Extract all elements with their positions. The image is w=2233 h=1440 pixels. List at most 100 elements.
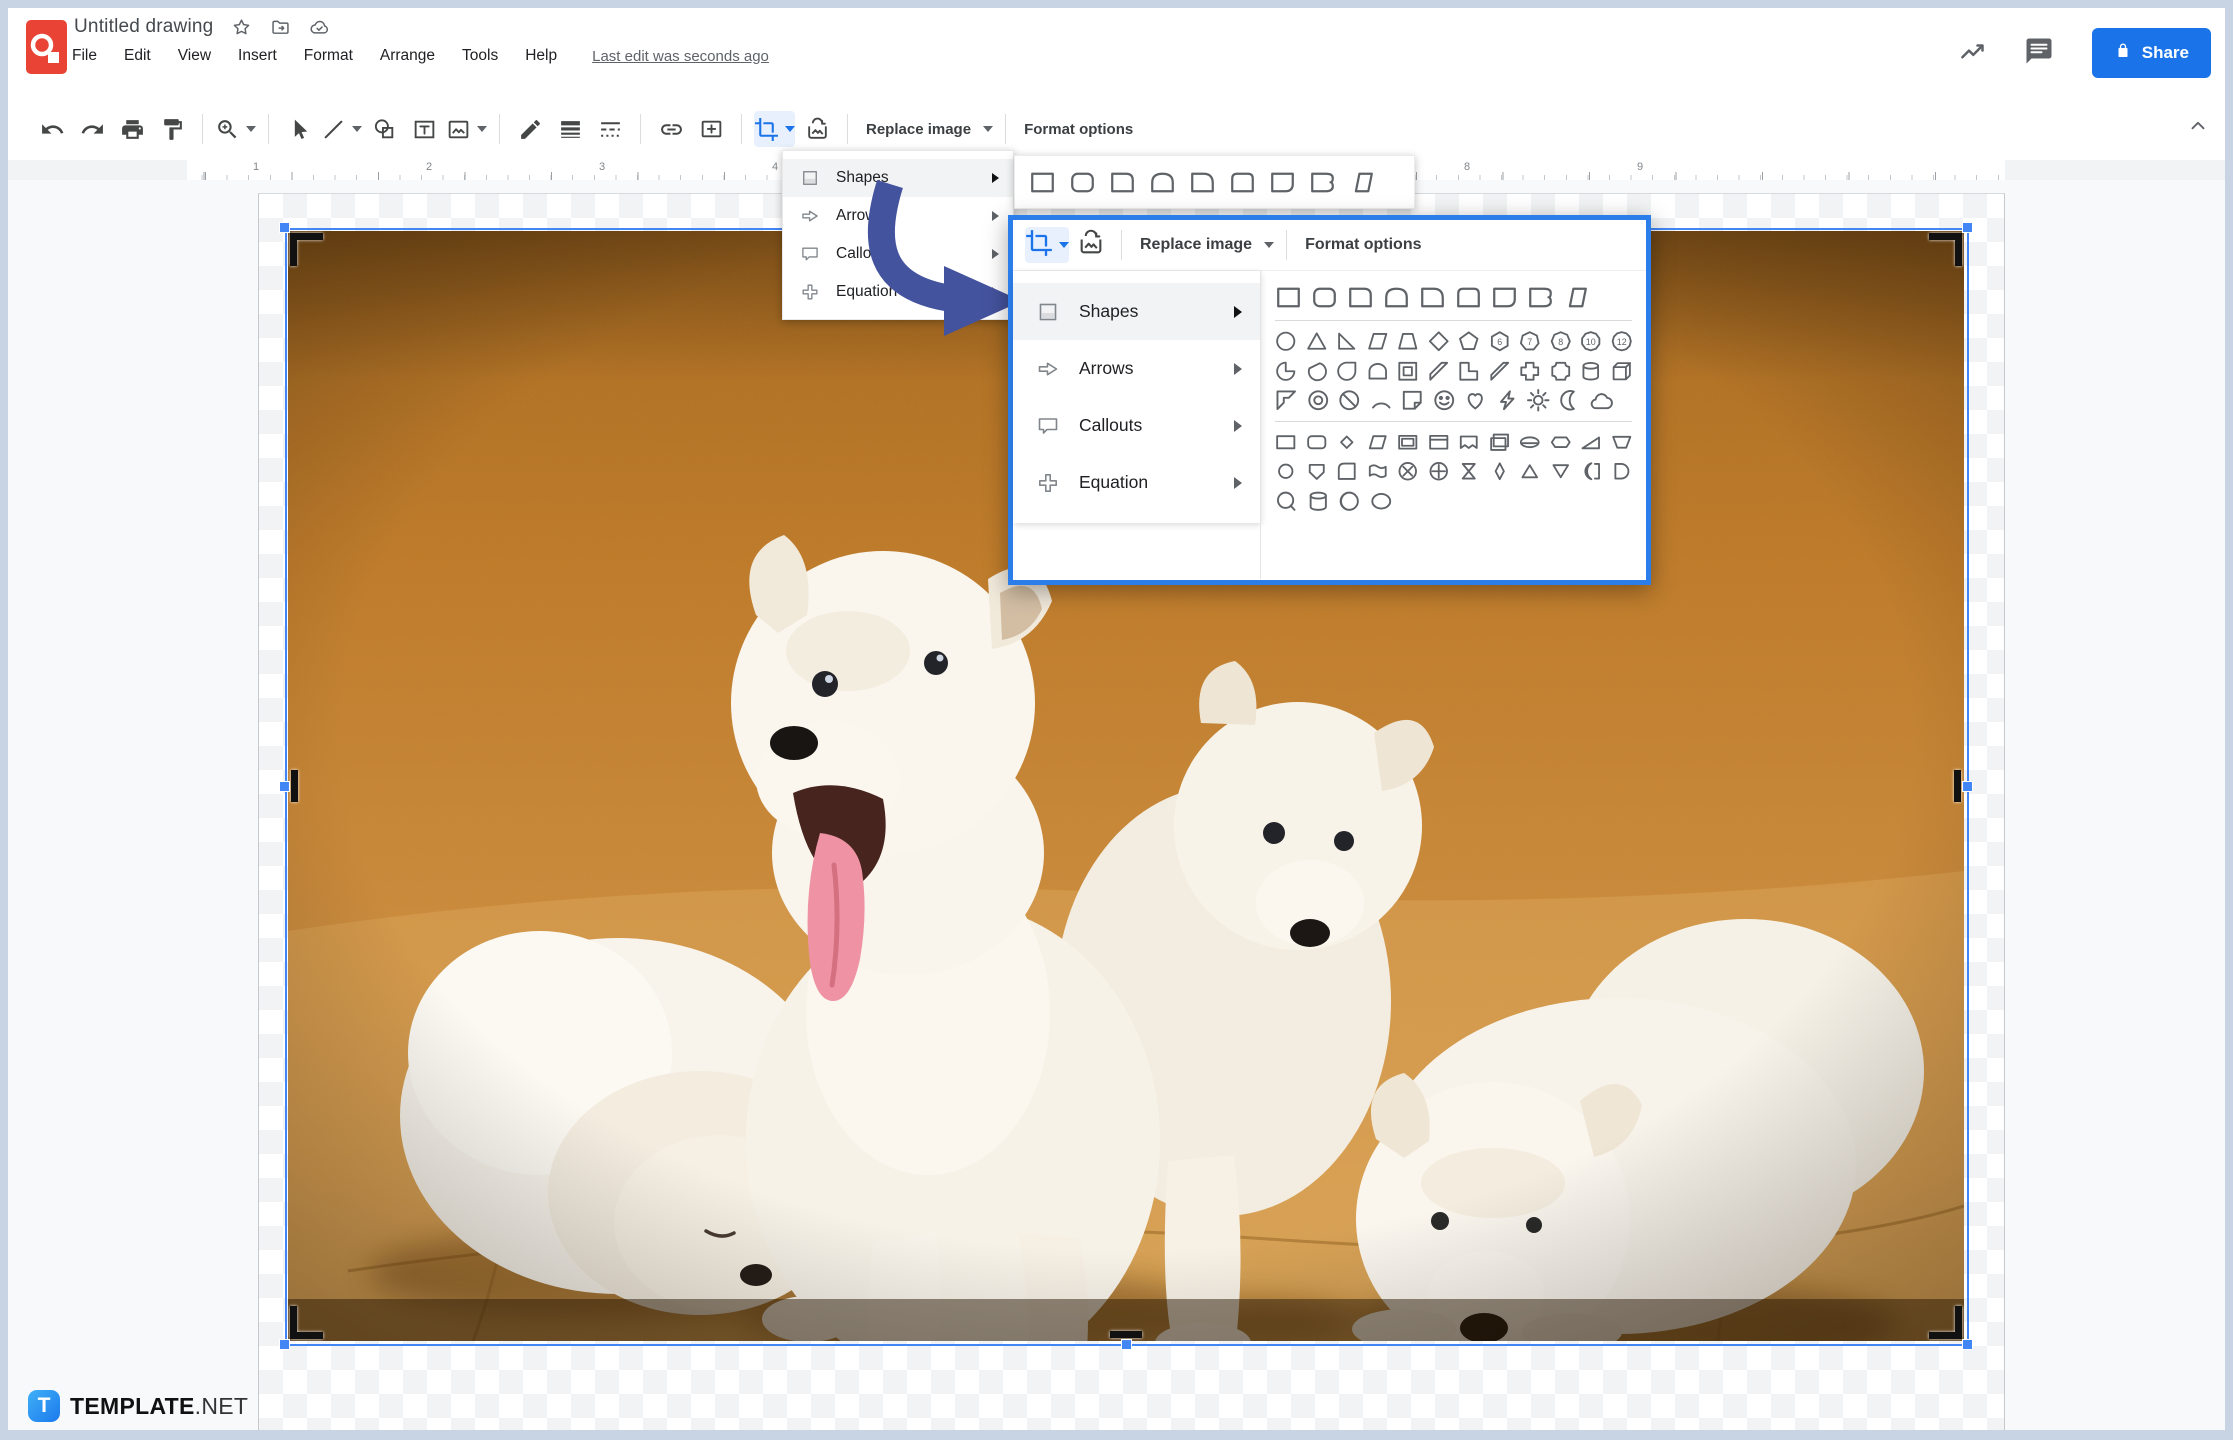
crop-edge-bottom[interactable]	[1110, 1331, 1142, 1338]
shape-option-magnet[interactable]	[1273, 488, 1300, 515]
shape-option-cylinder[interactable]	[1578, 358, 1604, 385]
shape-option-arc[interactable]	[1368, 387, 1395, 414]
image-icon[interactable]	[446, 111, 487, 147]
shape-option-flat-oval[interactable]	[1517, 429, 1543, 456]
resize-handle-top-left[interactable]	[279, 222, 290, 233]
shape-option-diagonal[interactable]	[1487, 358, 1513, 385]
format-options-button[interactable]: Format options	[1299, 227, 1427, 263]
shape-option-skewed-round[interactable]	[1347, 167, 1378, 198]
shape-option-shield[interactable]	[1304, 458, 1330, 485]
shape-option-triangle[interactable]	[1304, 328, 1330, 355]
shape-option-round-top-corners[interactable]	[1453, 282, 1484, 313]
resize-handle-bottom-right[interactable]	[1962, 1339, 1973, 1350]
menu-item-equation[interactable]: Equation	[1013, 454, 1260, 511]
shape-option-rounded-rectangle[interactable]	[1067, 167, 1098, 198]
line-icon[interactable]	[321, 111, 362, 147]
shape-option-split-rect[interactable]	[1426, 429, 1452, 456]
shape-option-rect2[interactable]	[1273, 429, 1299, 456]
shape-option-half-frame[interactable]	[1273, 387, 1300, 414]
shape-option-round-diagonal[interactable]	[1417, 282, 1448, 313]
resize-handle-left[interactable]	[279, 781, 290, 792]
mask-image-icon[interactable]	[1073, 227, 1109, 263]
shape-option-wave-flag[interactable]	[1365, 458, 1391, 485]
move-folder-icon[interactable]	[269, 16, 291, 38]
crop-corner-top-right[interactable]	[1929, 233, 1962, 266]
shape-option-ellipse[interactable]	[1273, 328, 1299, 355]
insert-link-icon[interactable]	[653, 111, 689, 147]
shape-option-rectangle[interactable]	[1273, 282, 1304, 313]
shape-option-circle-x[interactable]	[1395, 458, 1421, 485]
trend-icon[interactable]	[1958, 36, 1988, 71]
shape-option-cross[interactable]	[1517, 358, 1543, 385]
shape-option-l-shape[interactable]	[1456, 358, 1482, 385]
resize-handle-bottom[interactable]	[1121, 1339, 1132, 1350]
menu-view[interactable]: View	[178, 47, 211, 65]
shape-option-pentagon[interactable]	[1456, 328, 1482, 355]
shape-option-rectangle[interactable]	[1027, 167, 1058, 198]
shape-option-round-single-corner[interactable]	[1345, 282, 1376, 313]
document-title[interactable]: Untitled drawing	[74, 16, 213, 38]
google-drawings-logo[interactable]	[26, 20, 67, 74]
menu-insert[interactable]: Insert	[238, 47, 277, 65]
shape-option-circle-small[interactable]	[1273, 458, 1299, 485]
shape-option-dodecagon[interactable]: 12	[1609, 328, 1635, 355]
star-icon[interactable]	[230, 16, 252, 38]
shape-option-smiley[interactable]	[1431, 387, 1458, 414]
shape-option-diamond-small[interactable]	[1334, 429, 1360, 456]
shape-option-no-symbol[interactable]	[1336, 387, 1363, 414]
resize-handle-bottom-left[interactable]	[279, 1339, 290, 1350]
shape-option-teardrop[interactable]	[1334, 358, 1360, 385]
resize-handle-right[interactable]	[1962, 781, 1973, 792]
shape-option-pie[interactable]	[1273, 358, 1299, 385]
menu-arrange[interactable]: Arrange	[380, 47, 435, 65]
menu-item-shapes[interactable]: Shapes	[1013, 283, 1260, 340]
shape-option-heptagon[interactable]: 7	[1517, 328, 1543, 355]
menu-item-callouts[interactable]: Callouts	[783, 235, 1013, 273]
crop-icon[interactable]	[754, 111, 795, 147]
shape-option-round-top[interactable]	[1147, 167, 1178, 198]
comment-icon[interactable]	[2024, 36, 2054, 71]
shape-option-rounded-rectangle[interactable]	[1309, 282, 1340, 313]
shape-option-hexagon[interactable]: 6	[1487, 328, 1513, 355]
shape-option-trapezoid[interactable]	[1395, 328, 1421, 355]
redo-icon[interactable]	[74, 111, 110, 147]
line-dash-icon[interactable]	[592, 111, 628, 147]
shape-option-sun[interactable]	[1525, 387, 1552, 414]
crop-corner-bottom-left[interactable]	[290, 1306, 323, 1339]
line-weight-icon[interactable]	[552, 111, 588, 147]
replace-image-button[interactable]: Replace image	[1134, 227, 1274, 263]
replace-image-button[interactable]: Replace image	[860, 111, 993, 147]
menu-edit[interactable]: Edit	[124, 47, 151, 65]
collapse-menus-chevron-up-icon[interactable]	[2180, 108, 2216, 144]
shape-option-snip-round[interactable]	[1489, 282, 1520, 313]
add-comment-icon[interactable]	[693, 111, 729, 147]
shape-option-plaque[interactable]	[1548, 358, 1574, 385]
shape-option-crescent-bar[interactable]	[1578, 458, 1604, 485]
text-box-icon[interactable]	[406, 111, 442, 147]
menu-file[interactable]: File	[72, 47, 97, 65]
shape-option-ribbon[interactable]	[1456, 429, 1482, 456]
crop-corner-top-left[interactable]	[290, 233, 323, 266]
format-options-button[interactable]: Format options	[1018, 111, 1139, 147]
menu-item-equation[interactable]: Equation	[783, 273, 1013, 311]
shape-option-round-top-corners[interactable]	[1227, 167, 1258, 198]
shape-option-cube[interactable]	[1609, 358, 1635, 385]
menu-item-shapes[interactable]: Shapes	[783, 159, 1013, 197]
crop-icon[interactable]	[1025, 227, 1069, 263]
share-button[interactable]: Share	[2092, 28, 2211, 78]
shape-option-decagon[interactable]: 10	[1578, 328, 1604, 355]
shape-option-framed-rect[interactable]	[1395, 429, 1421, 456]
shape-option-stacked[interactable]	[1487, 429, 1513, 456]
shape-option-rounded2[interactable]	[1304, 429, 1330, 456]
shape-option-skewed-round[interactable]	[1561, 282, 1592, 313]
shape-option-round-single-corner[interactable]	[1107, 167, 1138, 198]
undo-icon[interactable]	[34, 111, 70, 147]
resize-handle-top-right[interactable]	[1962, 222, 1973, 233]
shape-option-wedge[interactable]	[1578, 429, 1604, 456]
shape-option-narrow-diamond[interactable]	[1487, 458, 1513, 485]
shape-option-hourglass[interactable]	[1456, 458, 1482, 485]
menu-help[interactable]: Help	[525, 47, 557, 65]
shape-option-snip-round[interactable]	[1267, 167, 1298, 198]
select-icon[interactable]	[281, 111, 317, 147]
menu-item-arrows[interactable]: Arrows	[1013, 340, 1260, 397]
